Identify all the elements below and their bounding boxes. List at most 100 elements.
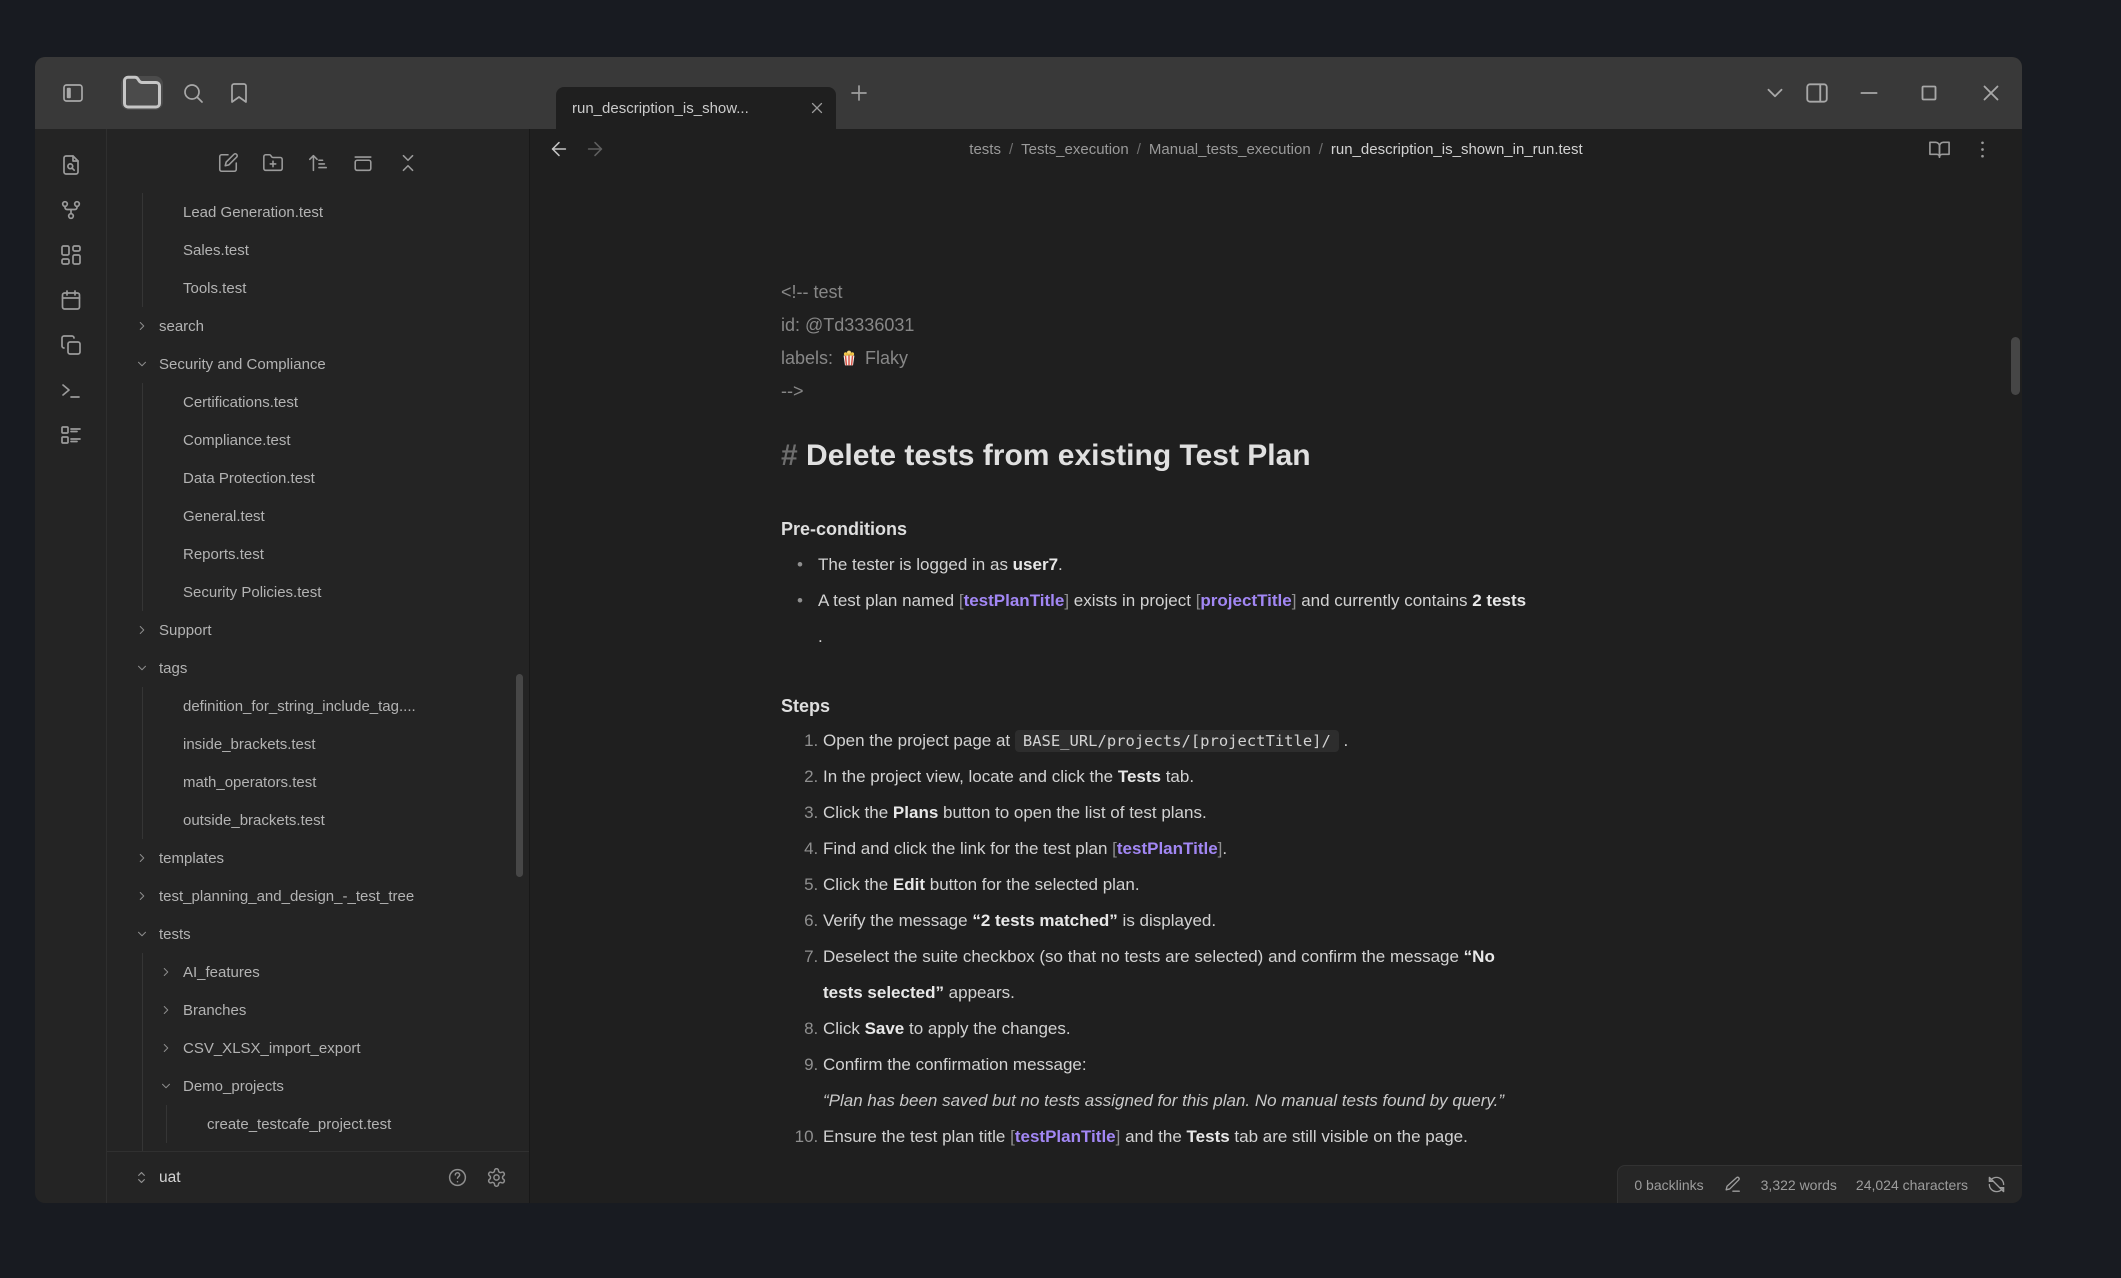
chevron-right-icon [135, 889, 149, 903]
vault-switcher[interactable]: uat [133, 1169, 181, 1187]
tree-folder-demo-projects[interactable]: Demo_projects [107, 1067, 529, 1105]
indent-guide [142, 1105, 143, 1143]
tab-list-dropdown-button[interactable] [1762, 80, 1788, 106]
new-tab-button[interactable] [847, 81, 871, 105]
navigate-back-button[interactable] [548, 138, 570, 160]
settings-button[interactable] [486, 1167, 507, 1188]
search-icon [181, 81, 205, 105]
step-item: Deselect the suite checkbox (so that no … [823, 939, 1771, 1011]
collapse-all-button[interactable] [397, 152, 419, 174]
right-sidebar-toggle-button[interactable] [1804, 80, 1830, 106]
breadcrumb-segment[interactable]: Tests_execution [1021, 141, 1129, 158]
chevron-down-icon [135, 357, 149, 371]
ribbon-copy-button[interactable] [59, 333, 83, 357]
tree-file-certifications-test[interactable]: Certifications.test [107, 383, 529, 421]
sidebar-scrollbar[interactable] [516, 674, 523, 877]
breadcrumb-segment[interactable]: run_description_is_shown_in_run.test [1331, 141, 1583, 158]
tree-item-label: Security Policies.test [183, 584, 321, 601]
tab-close-button[interactable] [808, 99, 826, 117]
bookmarks-tab-button[interactable] [227, 81, 251, 105]
copy-icon [59, 333, 83, 357]
comment-line: labels: Flaky [781, 342, 1771, 375]
tree-folder-templates[interactable]: templates [107, 839, 529, 877]
tree-folder-tags[interactable]: tags [107, 649, 529, 687]
tree-file-lead-generation-test[interactable]: Lead Generation.test [107, 193, 529, 231]
text-segment: Click [823, 1019, 865, 1038]
backlinks-count[interactable]: 0 backlinks [1634, 1177, 1703, 1193]
editor-scrollbar[interactable] [2011, 337, 2020, 395]
sidebar-toggle-button[interactable] [61, 81, 85, 105]
tree-folder-tests[interactable]: tests [107, 915, 529, 953]
template-variable-link[interactable]: testPlanTitle [964, 591, 1065, 610]
ribbon-layout-dashboard-button[interactable] [59, 243, 83, 267]
tree-file-outside-brackets-test[interactable]: outside_brackets.test [107, 801, 529, 839]
ribbon-git-fork-button[interactable] [59, 198, 83, 222]
indent-guide [142, 269, 143, 307]
help-button[interactable] [447, 1167, 468, 1188]
tree-file-general-test[interactable]: General.test [107, 497, 529, 535]
template-variable-link[interactable]: testPlanTitle [1117, 839, 1218, 858]
git-fork-icon [59, 198, 83, 222]
close-icon [1978, 80, 2004, 106]
document-tab[interactable]: run_description_is_show... [556, 87, 836, 129]
tree-folder-support[interactable]: Support [107, 611, 529, 649]
document-title: # Delete tests from existing Test Plan [781, 434, 1771, 478]
text-segment: . [818, 627, 823, 646]
new-note-button[interactable] [217, 152, 239, 174]
breadcrumb: tests/Tests_execution/Manual_tests_execu… [969, 141, 1582, 158]
text-segment: . [1339, 731, 1348, 750]
text-segment: Ensure the test plan title [823, 1127, 1010, 1146]
chevron-right-icon [135, 623, 149, 637]
ribbon-calendar-button[interactable] [59, 288, 83, 312]
reading-mode-button[interactable] [1928, 138, 1951, 161]
close-window-button[interactable] [1978, 80, 2004, 106]
ribbon-terminal-button[interactable] [59, 378, 83, 402]
ribbon-list-details-button[interactable] [59, 423, 83, 447]
tree-folder-import-automated-tests[interactable]: Import_automated_tests [107, 1143, 529, 1151]
plus-icon [847, 81, 871, 105]
sync-disabled-icon[interactable] [1987, 1175, 2006, 1194]
tree-file-data-protection-test[interactable]: Data Protection.test [107, 459, 529, 497]
tree-folder-branches[interactable]: Branches [107, 991, 529, 1029]
breadcrumb-segment[interactable]: Manual_tests_execution [1149, 141, 1311, 158]
explorer-header [107, 141, 529, 185]
tree-file-compliance-test[interactable]: Compliance.test [107, 421, 529, 459]
text-segment: 2 tests [1472, 591, 1526, 610]
text-segment: is displayed. [1118, 911, 1216, 930]
tree-file-sales-test[interactable]: Sales.test [107, 231, 529, 269]
tree-folder-security-and-compliance[interactable]: Security and Compliance [107, 345, 529, 383]
maximize-button[interactable] [1916, 80, 1942, 106]
tree-spacer [159, 509, 173, 523]
text-segment: labels: [781, 348, 838, 368]
navigate-forward-button[interactable] [584, 138, 606, 160]
window-button[interactable] [352, 152, 374, 174]
more-options-button[interactable] [1971, 138, 1994, 161]
tree-spacer [159, 281, 173, 295]
tree-folder-csv-xlsx-import-export[interactable]: CSV_XLSX_import_export [107, 1029, 529, 1067]
ribbon-file-search-button[interactable] [59, 153, 83, 177]
ribbon [35, 129, 107, 1203]
search-tab-button[interactable] [181, 81, 205, 105]
step-item: Confirm the confirmation message:“Plan h… [823, 1047, 1771, 1119]
template-variable-link[interactable]: testPlanTitle [1015, 1127, 1116, 1146]
tree-folder-ai-features[interactable]: AI_features [107, 953, 529, 991]
tree-file-definition-for-string-include-tag[interactable]: definition_for_string_include_tag.... [107, 687, 529, 725]
minimize-button[interactable] [1856, 80, 1882, 106]
tree-folder-test-planning-and-design-test-tree[interactable]: test_planning_and_design_-_test_tree [107, 877, 529, 915]
tree-item-label: outside_brackets.test [183, 812, 325, 829]
tree-file-create-testcafe-project-test[interactable]: create_testcafe_project.test [107, 1105, 529, 1143]
new-folder-button[interactable] [262, 152, 284, 174]
chevron-right-icon [159, 1041, 173, 1055]
template-variable-link[interactable]: projectTitle [1200, 591, 1291, 610]
tree-folder-search[interactable]: search [107, 307, 529, 345]
sort-button[interactable] [307, 152, 329, 174]
tree-file-inside-brackets-test[interactable]: inside_brackets.test [107, 725, 529, 763]
files-tab-button[interactable] [121, 76, 163, 110]
terminal-icon [59, 378, 83, 402]
tree-file-reports-test[interactable]: Reports.test [107, 535, 529, 573]
tree-file-security-policies-test[interactable]: Security Policies.test [107, 573, 529, 611]
text-segment: Confirm the confirmation message: [823, 1055, 1087, 1074]
tree-file-math-operators-test[interactable]: math_operators.test [107, 763, 529, 801]
breadcrumb-segment[interactable]: tests [969, 141, 1001, 158]
tree-file-tools-test[interactable]: Tools.test [107, 269, 529, 307]
